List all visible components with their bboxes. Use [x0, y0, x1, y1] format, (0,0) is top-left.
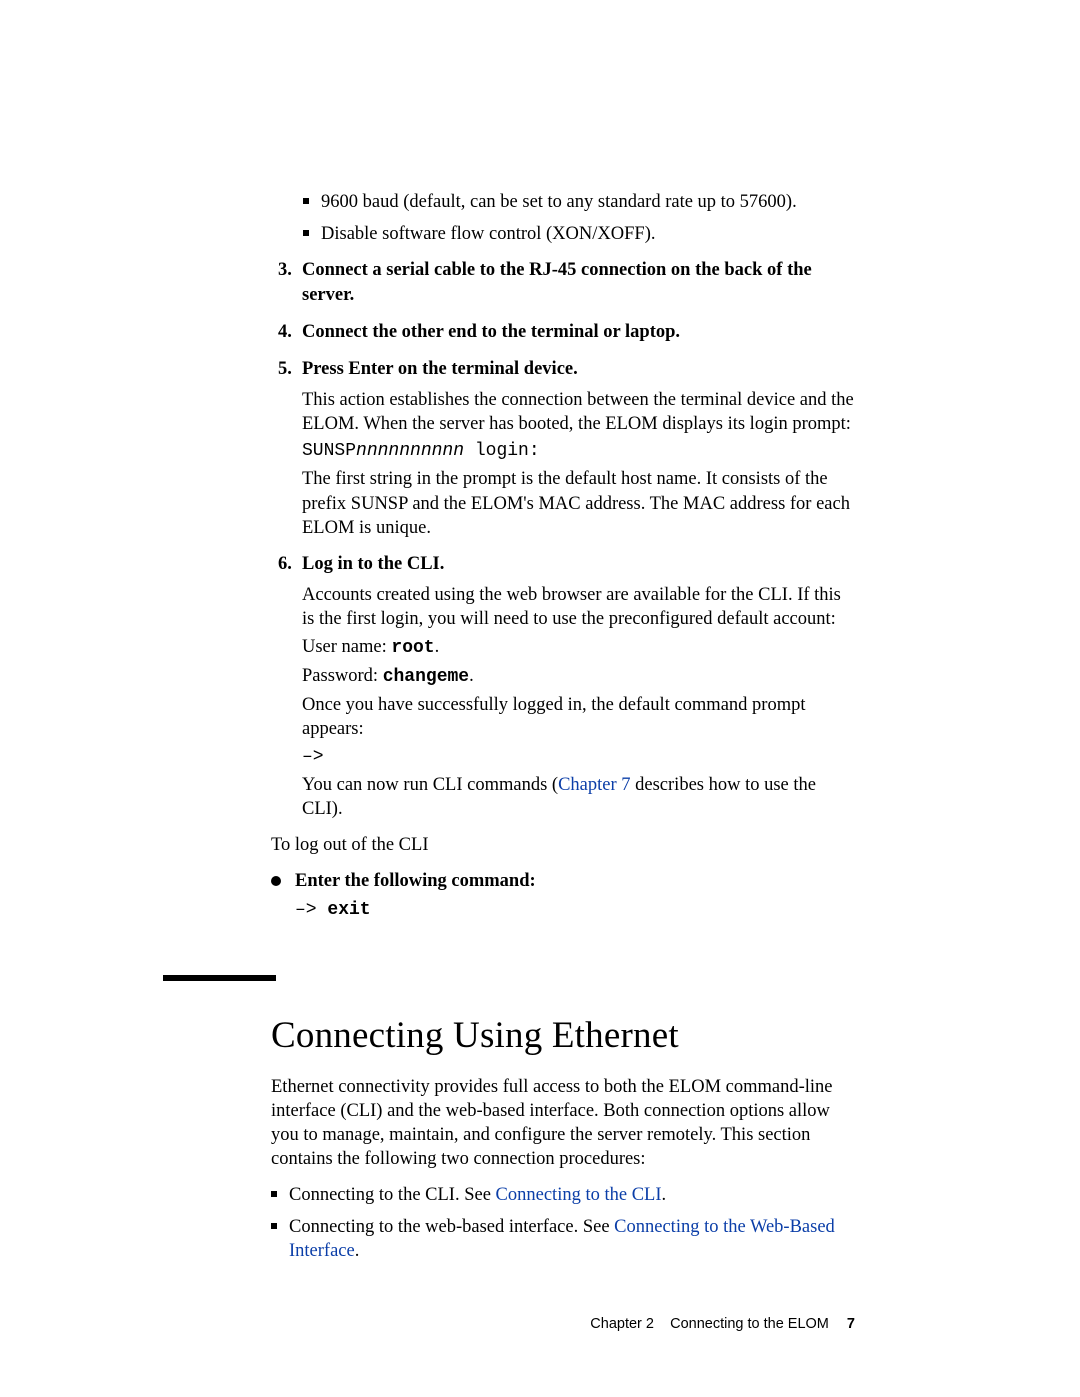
username-label: User name:: [302, 637, 391, 657]
password-value: changeme: [383, 667, 469, 687]
step-6-para-1: Accounts created using the web browser a…: [302, 583, 855, 631]
step-number: 4.: [278, 320, 302, 345]
square-bullet-icon: [271, 1191, 277, 1197]
text: Connecting to the web-based interface. S…: [289, 1217, 614, 1237]
step-title: Press Enter on the terminal device.: [302, 357, 855, 382]
enter-command-line: Enter the following command:: [271, 869, 855, 894]
step-number: 5.: [278, 357, 302, 382]
step-5: 5. Press Enter on the terminal device.: [278, 357, 855, 382]
password-label: Password:: [302, 666, 383, 686]
text: You can now run CLI commands (: [302, 775, 558, 795]
step-6-username: User name: root.: [302, 635, 855, 660]
page-content: 9600 baud (default, can be set to any st…: [163, 190, 855, 1271]
chapter-7-link[interactable]: Chapter 7: [558, 775, 630, 795]
exit-prompt: –>: [295, 900, 327, 920]
exit-command: –> exit: [295, 900, 855, 920]
step-6-para-3: You can now run CLI commands (Chapter 7 …: [302, 773, 855, 821]
code-prefix: SUNSP: [302, 441, 356, 461]
step-5-code: SUNSPnnnnnnnnnn login:: [302, 440, 855, 463]
step-6: 6. Log in to the CLI.: [278, 552, 855, 577]
list-item-text: 9600 baud (default, can be set to any st…: [321, 190, 855, 214]
section-heading: Connecting Using Ethernet: [271, 1014, 855, 1057]
step-number: 3.: [278, 258, 302, 308]
ethernet-connect-list: Connecting to the CLI. See Connecting to…: [271, 1183, 855, 1263]
connecting-cli-link[interactable]: Connecting to the CLI: [496, 1185, 662, 1205]
text: .: [355, 1241, 360, 1261]
numbered-steps: 3. Connect a serial cable to the RJ-45 c…: [278, 258, 855, 821]
step-number: 6.: [278, 552, 302, 577]
footer-title: Connecting to the ELOM: [670, 1316, 829, 1332]
step-5-para-2: The first string in the prompt is the de…: [302, 467, 855, 539]
square-bullet-icon: [303, 198, 309, 204]
step-5-para-1: This action establishes the connection b…: [302, 388, 855, 436]
footer-chapter: Chapter 2: [590, 1316, 654, 1332]
square-bullet-icon: [303, 230, 309, 236]
step-4: 4. Connect the other end to the terminal…: [278, 320, 855, 345]
text: Connecting to the CLI. See: [289, 1185, 496, 1205]
code-variable: nnnnnnnnnn: [356, 441, 464, 461]
list-item-text: Disable software flow control (XON/XOFF)…: [321, 222, 855, 246]
round-bullet-icon: [271, 876, 281, 886]
step-6-password: Password: changeme.: [302, 664, 855, 689]
list-item: Disable software flow control (XON/XOFF)…: [303, 222, 855, 246]
list-item: Connecting to the CLI. See Connecting to…: [271, 1183, 855, 1207]
page-number: 7: [847, 1316, 855, 1332]
step-title: Log in to the CLI.: [302, 552, 855, 577]
logout-label: To log out of the CLI: [271, 833, 855, 857]
code-suffix: login:: [464, 441, 540, 461]
list-item: 9600 baud (default, can be set to any st…: [303, 190, 855, 214]
step-3: 3. Connect a serial cable to the RJ-45 c…: [278, 258, 855, 308]
text: .: [662, 1185, 667, 1205]
username-value: root: [391, 638, 434, 658]
list-item-text: Connecting to the web-based interface. S…: [289, 1215, 855, 1263]
step-6-para-2: Once you have successfully logged in, th…: [302, 693, 855, 741]
section-rule: [163, 975, 276, 981]
exit-command-text: exit: [327, 900, 370, 920]
page-footer: Chapter 2 Connecting to the ELOM 7: [590, 1316, 855, 1332]
step-6-prompt: –>: [302, 746, 855, 769]
step-title: Connect a serial cable to the RJ-45 conn…: [302, 258, 855, 308]
serial-settings-list: 9600 baud (default, can be set to any st…: [303, 190, 855, 246]
document-page: 9600 baud (default, can be set to any st…: [0, 0, 1080, 1397]
intro-paragraph: Ethernet connectivity provides full acce…: [271, 1075, 855, 1171]
square-bullet-icon: [271, 1223, 277, 1229]
enter-command-label: Enter the following command:: [295, 869, 855, 894]
step-title: Connect the other end to the terminal or…: [302, 320, 855, 345]
list-item: Connecting to the web-based interface. S…: [271, 1215, 855, 1263]
list-item-text: Connecting to the CLI. See Connecting to…: [289, 1183, 855, 1207]
